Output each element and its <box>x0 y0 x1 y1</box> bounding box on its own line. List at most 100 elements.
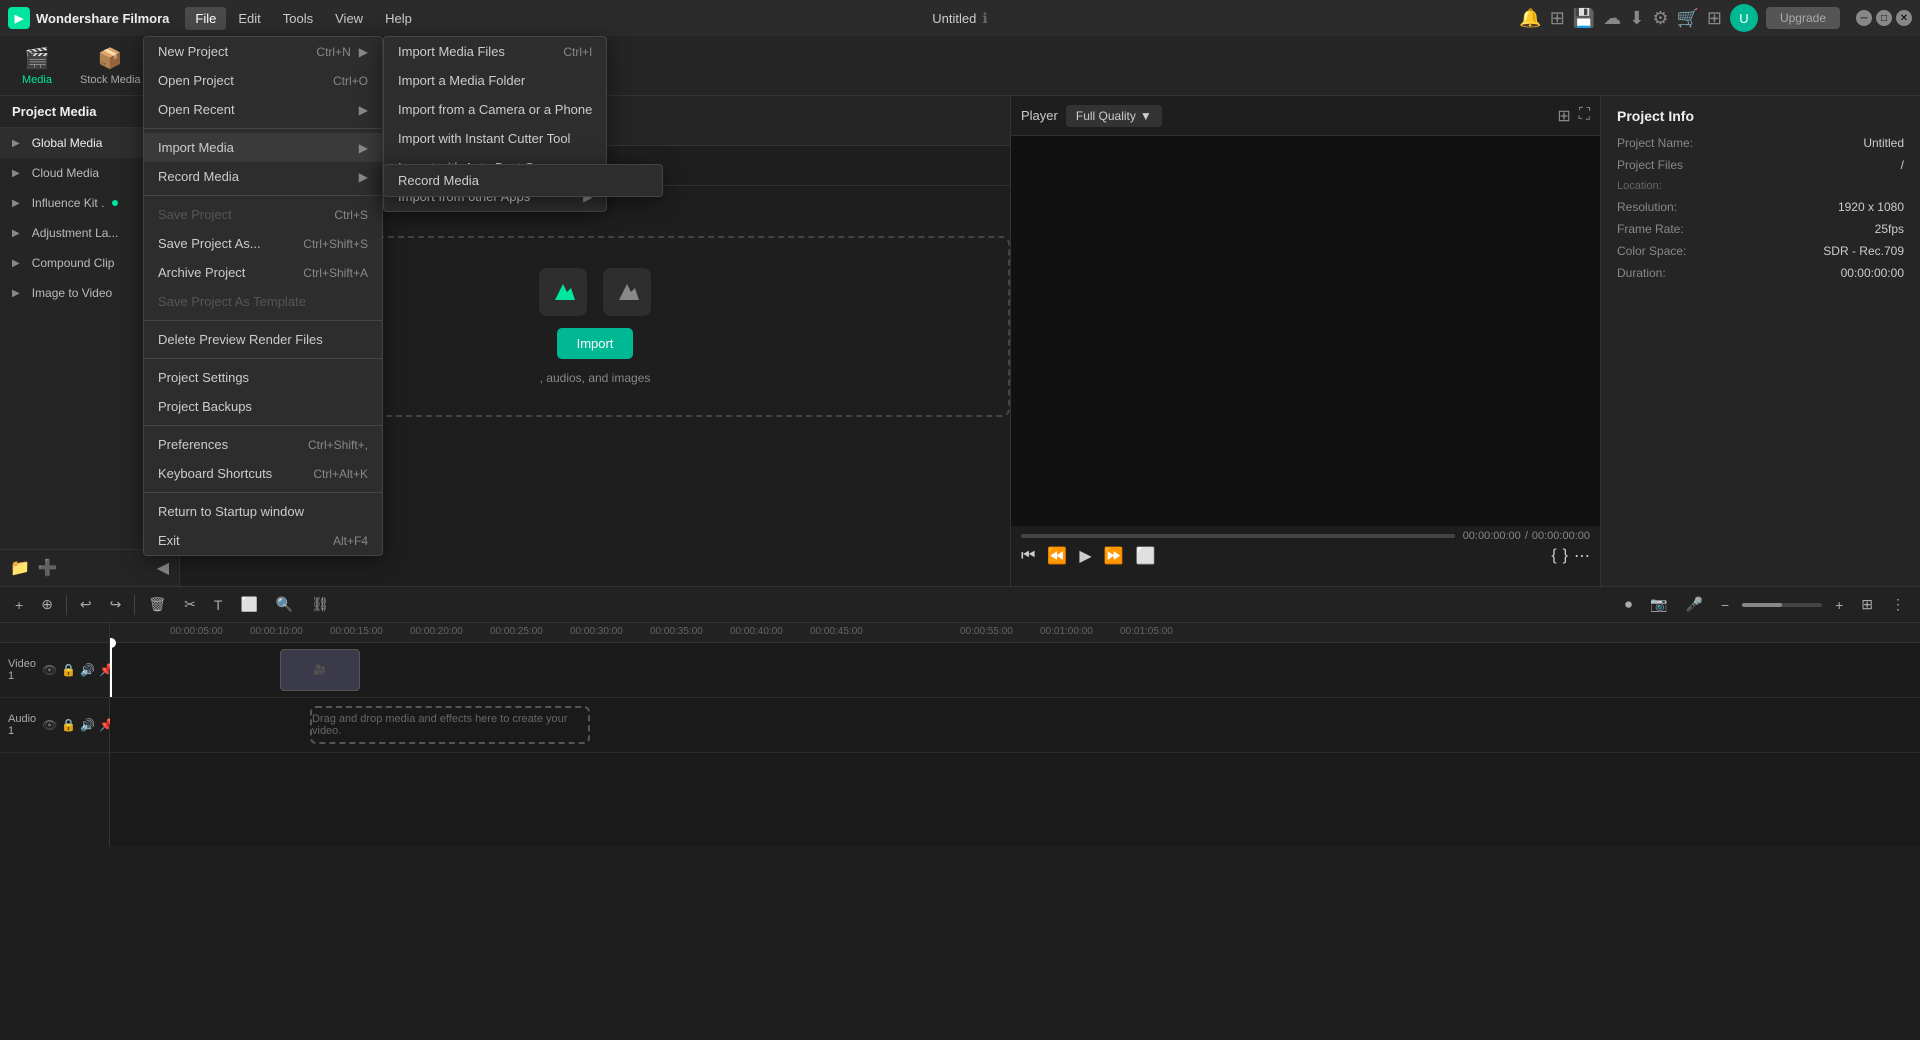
crop-button[interactable]: ⬜ <box>235 594 262 615</box>
menu-open-recent[interactable]: Open Recent ▶ <box>144 95 382 124</box>
notification-icon[interactable]: 🔔 <box>1519 8 1541 29</box>
upgrade-button[interactable]: Upgrade <box>1766 7 1840 29</box>
maximize-button[interactable]: □ <box>1876 10 1892 26</box>
zoom-slider[interactable] <box>1742 603 1822 607</box>
open-project-shortcut: Ctrl+O <box>333 74 368 88</box>
lock-icon[interactable]: 🔒 <box>61 663 76 677</box>
download-icon[interactable]: ⬇ <box>1629 8 1644 29</box>
cloud-icon[interactable]: ☁ <box>1603 8 1621 29</box>
menu-return-startup[interactable]: Return to Startup window <box>144 497 382 526</box>
zoom-in-button[interactable]: + <box>1830 595 1848 615</box>
add-folder-icon[interactable]: 📁 <box>10 558 30 578</box>
submenu-import-camera[interactable]: Import from a Camera or a Phone <box>384 95 606 124</box>
more-options-button[interactable]: ⋮ <box>1886 594 1910 615</box>
info-row-name: Project Name: Untitled <box>1617 136 1904 150</box>
audio-eye-icon[interactable]: 👁 <box>42 718 57 732</box>
text-button[interactable]: T <box>209 595 228 615</box>
menu-save-project-as[interactable]: Save Project As... Ctrl+Shift+S <box>144 229 382 258</box>
import-files-label: Import Media Files <box>398 44 505 59</box>
ruler-mark-4: 00:00:20:00 <box>410 626 463 637</box>
magnet-button[interactable]: ⊕ <box>36 594 58 615</box>
volume-icon[interactable]: 🔊 <box>80 663 95 677</box>
quality-button[interactable]: Full Quality ▼ <box>1066 105 1162 127</box>
zoom-out-button[interactable]: − <box>1716 595 1734 615</box>
submenu-import-files[interactable]: Import Media Files Ctrl+I <box>384 37 606 66</box>
menu-edit[interactable]: Edit <box>228 7 270 30</box>
eye-icon[interactable]: 👁 <box>42 663 57 677</box>
divider-2 <box>144 195 382 196</box>
frame-back-button[interactable]: ⏪ <box>1047 546 1067 566</box>
video-track-icons: 👁 🔒 🔊 📌 <box>42 663 114 677</box>
skip-back-button[interactable]: ⏮ <box>1021 547 1035 565</box>
mark-in-button[interactable]: { <box>1551 546 1556 566</box>
menu-help[interactable]: Help <box>375 7 422 30</box>
redo-button[interactable]: ↪ <box>105 594 127 615</box>
info-value-framerate: 25fps <box>1875 222 1904 236</box>
record-media-arrow: ▶ <box>359 170 368 184</box>
collapse-icon[interactable]: ◀ <box>157 558 169 578</box>
audio-lock-icon[interactable]: 🔒 <box>61 718 76 732</box>
submenu-import-folder[interactable]: Import a Media Folder <box>384 66 606 95</box>
clip-block[interactable]: 🎥 <box>280 649 360 691</box>
more-controls[interactable]: ⋯ <box>1574 546 1590 566</box>
zoom-button[interactable]: 🔍 <box>271 594 298 615</box>
quality-label: Full Quality <box>1076 109 1136 123</box>
mark-out-button[interactable]: } <box>1563 546 1568 566</box>
menu-import-media[interactable]: Import Media ▶ <box>144 133 382 162</box>
menu-record-media[interactable]: Record Media ▶ <box>144 162 382 191</box>
add-icon[interactable]: ➕ <box>38 558 58 578</box>
settings-icon[interactable]: ⚙ <box>1652 8 1668 29</box>
submenu-import-cutter[interactable]: Import with Instant Cutter Tool <box>384 124 606 153</box>
frame-forward-button[interactable]: ⏩ <box>1104 546 1124 566</box>
toolbar-stock-media[interactable]: 📦 Stock Media <box>70 42 151 90</box>
view-options-button[interactable]: ⊞ <box>1856 594 1878 615</box>
menu-archive-project[interactable]: Archive Project Ctrl+Shift+A <box>144 258 382 287</box>
split-view-icon[interactable]: ⊞ <box>1557 106 1570 126</box>
menu-project-settings[interactable]: Project Settings <box>144 363 382 392</box>
drop-text: Drag and drop media and effects here to … <box>312 713 588 737</box>
progress-bar[interactable] <box>1021 534 1455 538</box>
timeline-content: Video 1 👁 🔒 🔊 📌 Audio 1 👁 🔒 🔊 📌 <box>0 623 1920 846</box>
webcam-button[interactable]: 📷 <box>1645 594 1672 615</box>
menu-view[interactable]: View <box>325 7 373 30</box>
menu-exit[interactable]: Exit Alt+F4 <box>144 526 382 555</box>
close-button[interactable]: ✕ <box>1896 10 1912 26</box>
playhead-head <box>110 638 116 648</box>
fullscreen-icon[interactable]: ⛶ <box>1579 106 1590 126</box>
connect-button[interactable]: ⛓ <box>306 594 334 615</box>
menu-new-project[interactable]: New Project Ctrl+N ▶ <box>144 37 382 66</box>
clip-mode-button[interactable]: ⬜ <box>1136 546 1156 566</box>
info-row-duration: Duration: 00:00:00:00 <box>1617 266 1904 280</box>
cut-button[interactable]: ✂ <box>179 594 201 615</box>
menu-keyboard-shortcuts[interactable]: Keyboard Shortcuts Ctrl+Alt+K <box>144 459 382 488</box>
grid-icon[interactable]: ⊞ <box>1707 8 1722 29</box>
save-icon[interactable]: 💾 <box>1573 8 1595 29</box>
play-button[interactable]: ▶ <box>1079 546 1091 566</box>
import-button[interactable]: Import <box>557 328 634 359</box>
playback-controls: ⏮ ⏪ ▶ ⏩ ⬜ { } ⋯ <box>1021 546 1590 566</box>
minimize-button[interactable]: ─ <box>1856 10 1872 26</box>
menu-project-backups[interactable]: Project Backups <box>144 392 382 421</box>
time-display: 00:00:00:00 / 00:00:00:00 <box>1463 530 1590 542</box>
shop-icon[interactable]: 🛒 <box>1676 8 1698 29</box>
layout-icon[interactable]: ⊞ <box>1550 8 1565 29</box>
toolbar-media[interactable]: 🎬 Media <box>12 42 62 90</box>
video-1-track-label: Video 1 👁 🔒 🔊 📌 <box>0 643 109 698</box>
info-row-resolution: Resolution: 1920 x 1080 <box>1617 200 1904 214</box>
user-avatar[interactable]: U <box>1730 4 1758 32</box>
player-view-controls: ⊞ ⛶ <box>1557 106 1590 126</box>
menu-tools[interactable]: Tools <box>273 7 323 30</box>
info-label-location: Project Files <box>1617 158 1683 172</box>
undo-button[interactable]: ↩ <box>75 594 97 615</box>
delete-button[interactable]: 🗑 <box>143 594 171 615</box>
mic-button[interactable]: 🎤 <box>1680 594 1707 615</box>
title-bar: ▶ Wondershare Filmora File Edit Tools Vi… <box>0 0 1920 36</box>
add-track-button[interactable]: + <box>10 595 28 615</box>
audio-volume-icon[interactable]: 🔊 <box>80 718 95 732</box>
record-audio-button[interactable]: ⏺ <box>1620 594 1637 615</box>
menu-file[interactable]: File <box>185 7 226 30</box>
menu-delete-preview[interactable]: Delete Preview Render Files <box>144 325 382 354</box>
menu-open-project[interactable]: Open Project Ctrl+O <box>144 66 382 95</box>
menu-preferences[interactable]: Preferences Ctrl+Shift+, <box>144 430 382 459</box>
influence-kit-label: Influence Kit . <box>32 196 105 210</box>
